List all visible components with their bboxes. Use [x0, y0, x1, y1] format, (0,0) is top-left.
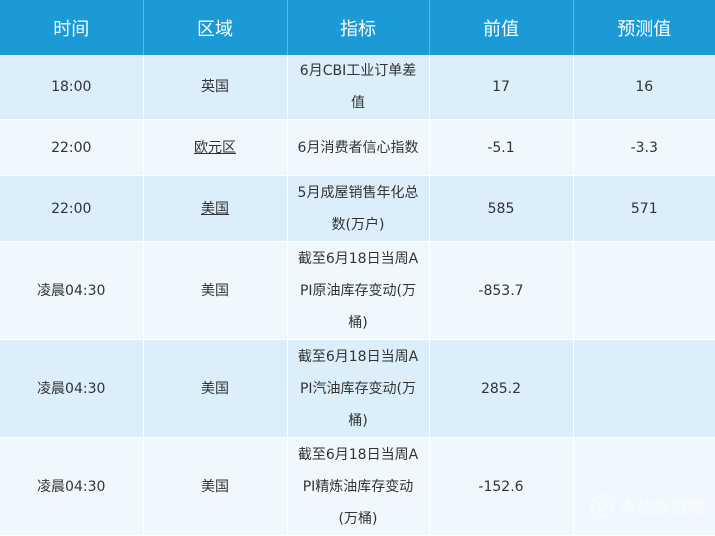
- cell-region: 英国: [143, 55, 288, 120]
- header-region: 区域: [143, 0, 288, 55]
- circle-logo-icon: [589, 494, 614, 518]
- cell-time: 凌晨04:30: [0, 241, 144, 340]
- cell-previous: -5.1: [429, 119, 574, 176]
- header-forecast: 预测值: [573, 0, 715, 55]
- header-time: 时间: [0, 0, 144, 55]
- table-row: 22:00 美国 5月成屋销售年化总数(万户) 585 571: [0, 175, 715, 242]
- metric-text: 截至6月18日当周API原油库存变动(万桶): [297, 250, 419, 331]
- cell-previous: 17: [429, 55, 574, 120]
- metric-text: 截至6月18日当周API汽油库存变动(万桶): [297, 348, 419, 429]
- cell-previous: -152.6: [429, 437, 574, 536]
- cell-region: 美国: [143, 339, 288, 438]
- cell-metric: 6月消费者信心指数: [287, 119, 430, 176]
- watermark: 本站原创网: [589, 494, 705, 518]
- cell-time: 凌晨04:30: [0, 339, 144, 438]
- cell-time: 18:00: [0, 55, 144, 120]
- header-metric: 指标: [287, 0, 430, 55]
- cell-forecast: 571: [573, 175, 715, 242]
- watermark-text: 本站原创网: [619, 498, 705, 517]
- cell-region: 美国: [143, 437, 288, 536]
- cell-time: 凌晨04:30: [0, 437, 144, 536]
- cell-forecast: [573, 437, 715, 536]
- metric-text: 5月成屋销售年化总数(万户): [297, 184, 419, 233]
- cell-forecast: [573, 339, 715, 438]
- region-link[interactable]: 美国: [201, 201, 229, 217]
- cell-time: 22:00: [0, 175, 144, 242]
- cell-metric: 截至6月18日当周API汽油库存变动(万桶): [287, 339, 430, 438]
- cell-metric: 截至6月18日当周API原油库存变动(万桶): [287, 241, 430, 340]
- cell-metric: 5月成屋销售年化总数(万户): [287, 175, 430, 242]
- cell-metric: 截至6月18日当周API精炼油库存变动(万桶): [287, 437, 430, 536]
- cell-previous: 285.2: [429, 339, 574, 438]
- region-link[interactable]: 欧元区: [194, 140, 236, 156]
- cell-previous: -853.7: [429, 241, 574, 340]
- cell-forecast: 16: [573, 55, 715, 120]
- cell-region: 美国: [143, 241, 288, 340]
- table-row: 凌晨04:30 美国 截至6月18日当周API汽油库存变动(万桶) 285.2: [0, 339, 715, 438]
- table-row: 22:00 欧元区 6月消费者信心指数 -5.1 -3.3: [0, 119, 715, 176]
- table-row: 凌晨04:30 美国 截至6月18日当周API精炼油库存变动(万桶) -152.…: [0, 437, 715, 536]
- metric-text: 6月消费者信心指数: [297, 139, 419, 156]
- cell-previous: 585: [429, 175, 574, 242]
- cell-forecast: -3.3: [573, 119, 715, 176]
- table-row: 18:00 英国 6月CBI工业订单差值 17 16: [0, 55, 715, 120]
- metric-text: 6月CBI工业订单差值: [299, 63, 417, 111]
- economic-calendar-table: 时间 区域 指标 前值 预测值 18:00 英国 6月CBI工业订单差值 17 …: [0, 0, 715, 536]
- cell-region: 美国: [143, 175, 288, 242]
- table-row: 凌晨04:30 美国 截至6月18日当周API原油库存变动(万桶) -853.7: [0, 241, 715, 340]
- cell-metric: 6月CBI工业订单差值: [287, 55, 430, 120]
- header-previous: 前值: [429, 0, 574, 55]
- cell-forecast: [573, 241, 715, 340]
- metric-text: 截至6月18日当周API精炼油库存变动(万桶): [297, 446, 419, 527]
- cell-region: 欧元区: [143, 119, 288, 176]
- table-header-row: 时间 区域 指标 前值 预测值: [0, 0, 715, 55]
- cell-time: 22:00: [0, 119, 144, 176]
